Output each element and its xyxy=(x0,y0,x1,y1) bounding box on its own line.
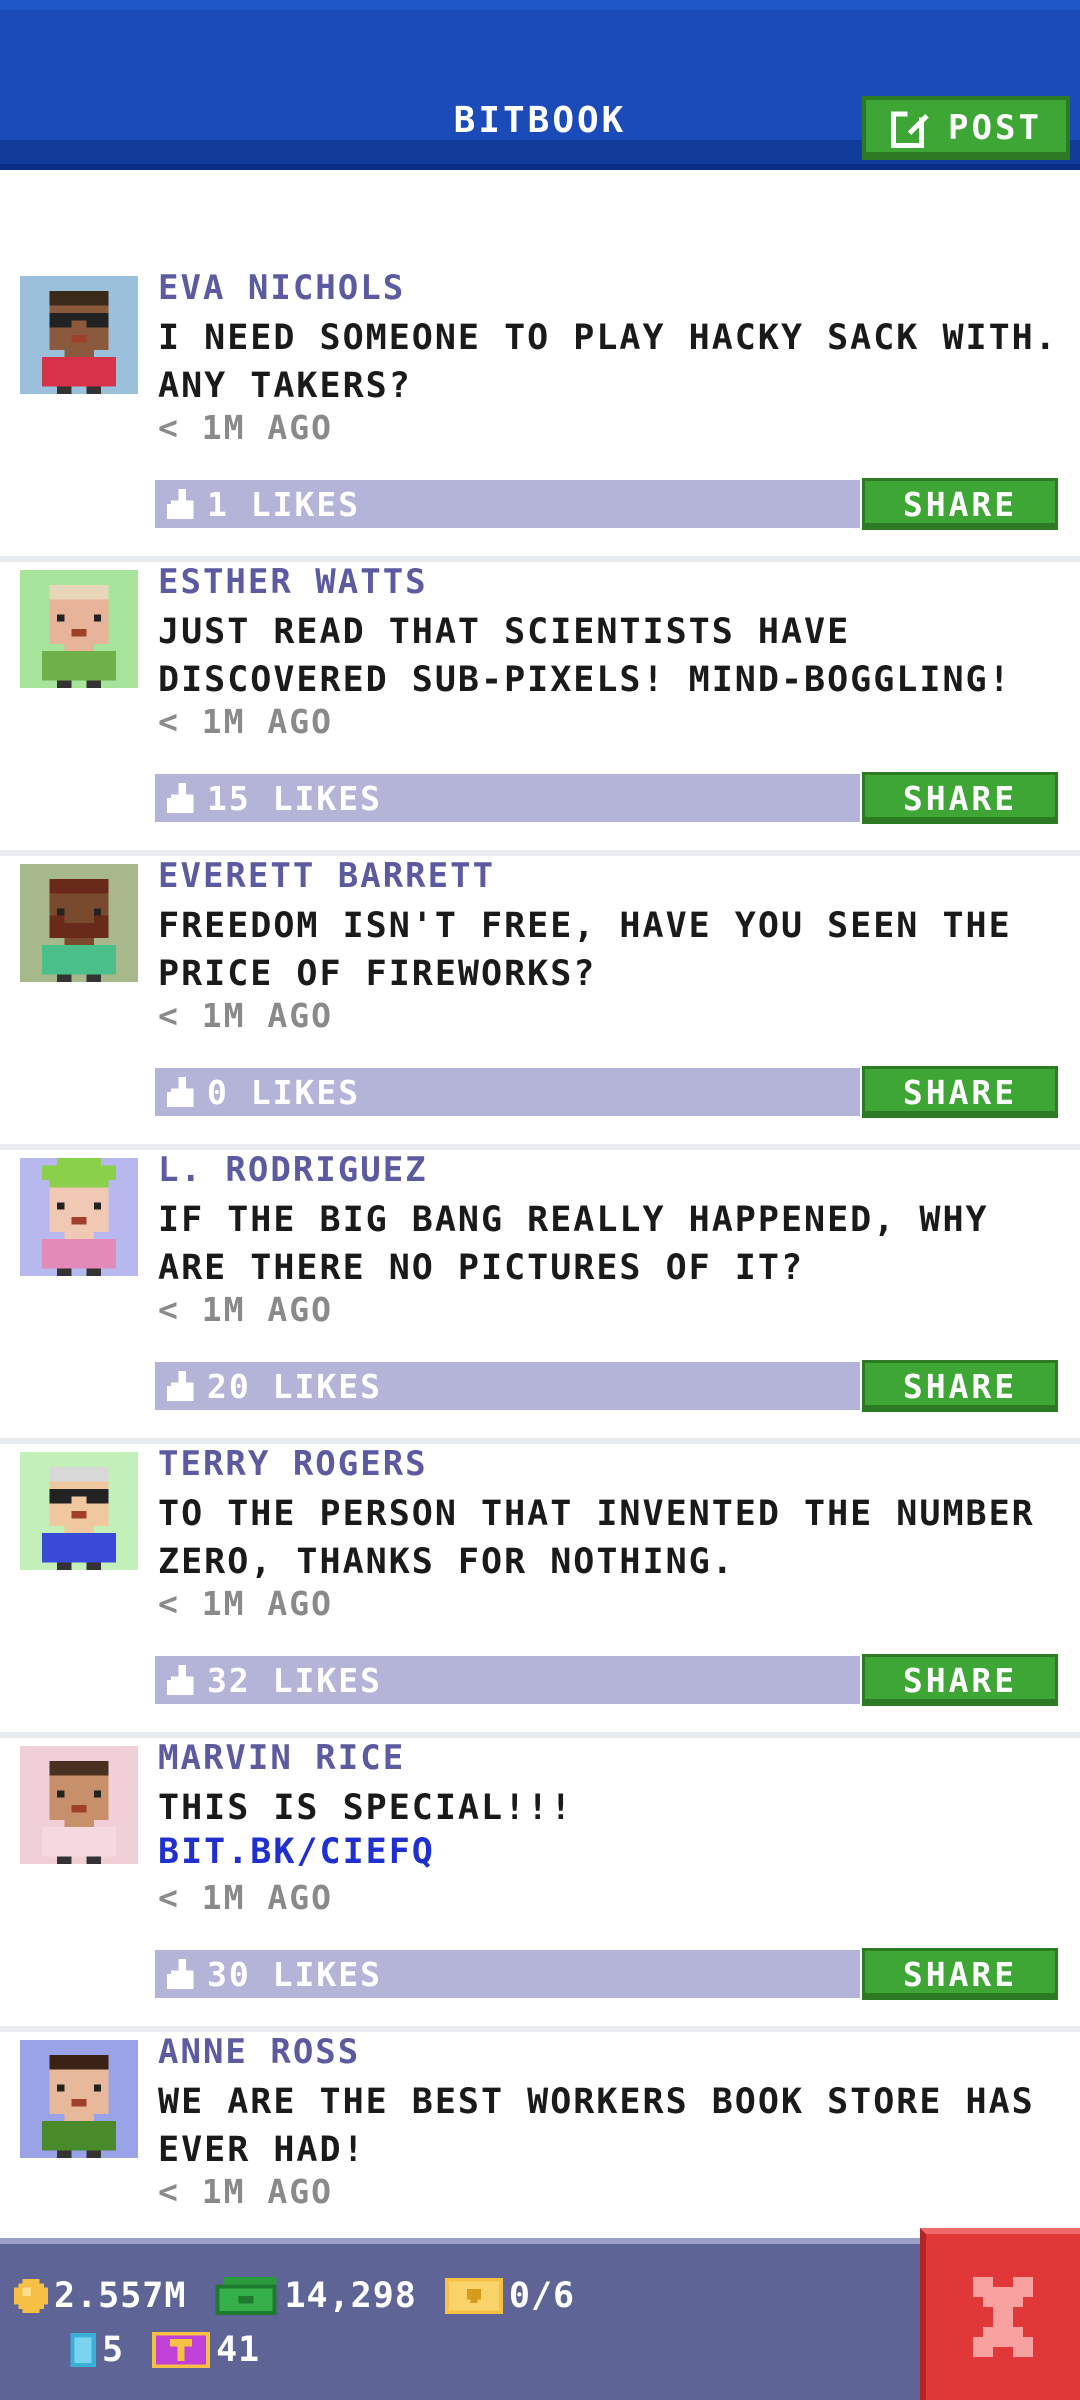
avatar-image xyxy=(20,1452,138,1570)
like-bar[interactable]: 1 LIKES xyxy=(155,480,860,528)
post-timestamp: < 1M AGO xyxy=(158,2172,333,2211)
avatar-image xyxy=(20,2040,138,2158)
close-icon xyxy=(973,2277,1033,2357)
like-count: 20 LIKES xyxy=(207,1366,382,1406)
cash-icon xyxy=(216,2277,277,2315)
like-count: 1 LIKES xyxy=(207,484,361,524)
bux-stat: 41 xyxy=(152,2330,260,2370)
post-timestamp: < 1M AGO xyxy=(158,1878,333,1917)
avatar-image xyxy=(20,1746,138,1864)
author-name[interactable]: TERRY ROGERS xyxy=(158,1444,428,1484)
avatar[interactable] xyxy=(20,1452,138,1570)
author-name[interactable]: L. RODRIGUEZ xyxy=(158,1150,428,1190)
share-button[interactable]: SHARE xyxy=(862,478,1058,530)
bux-small-value: 5 xyxy=(102,2330,125,2370)
thumbs-up-icon xyxy=(167,489,194,519)
post-button[interactable]: POST xyxy=(862,96,1070,160)
thumbs-up-icon xyxy=(167,1665,194,1695)
share-button[interactable]: SHARE xyxy=(862,772,1058,824)
share-button[interactable]: SHARE xyxy=(862,1654,1058,1706)
avatar[interactable] xyxy=(20,1158,138,1276)
bux-small-stat: 5 xyxy=(70,2330,124,2370)
post-text: IF THE BIG BANG REALLY HAPPENED, WHY ARE… xyxy=(158,1200,989,1288)
post-text: TO THE PERSON THAT INVENTED THE NUMBER Z… xyxy=(158,1494,1035,1582)
stats-row-secondary: 5 41 xyxy=(70,2330,278,2370)
cash-value: 14,298 xyxy=(284,2276,417,2316)
post-timestamp: < 1M AGO xyxy=(158,1290,333,1329)
tickets-stat: 0/6 xyxy=(445,2276,575,2316)
like-bar[interactable]: 30 LIKES xyxy=(155,1950,860,1998)
bux-card-icon xyxy=(70,2333,96,2367)
thumbs-up-icon xyxy=(167,1371,194,1401)
feed-post: EVERETT BARRETT FREEDOM ISN'T FREE, HAVE… xyxy=(0,856,1080,1150)
author-name[interactable]: EVA NICHOLS xyxy=(158,268,405,308)
post-timestamp: < 1M AGO xyxy=(158,996,333,1035)
bux-value: 41 xyxy=(216,2330,261,2370)
post-link[interactable]: BIT.BK/CIEFQ xyxy=(158,1832,435,1872)
post-text: FREEDOM ISN'T FREE, HAVE YOU SEEN THE PR… xyxy=(158,906,1012,994)
app-header: BITBOOK POST xyxy=(0,0,1080,170)
avatar-image xyxy=(20,570,138,688)
close-button[interactable] xyxy=(920,2228,1080,2400)
post-timestamp: < 1M AGO xyxy=(158,702,333,741)
post-feed[interactable]: EVA NICHOLS I NEED SOMEONE TO PLAY HACKY… xyxy=(0,268,1080,2326)
share-button[interactable]: SHARE xyxy=(862,1066,1058,1118)
like-count: 0 LIKES xyxy=(207,1072,361,1112)
like-count: 30 LIKES xyxy=(207,1954,382,1994)
like-bar[interactable]: 32 LIKES xyxy=(155,1656,860,1704)
coin-icon xyxy=(14,2279,48,2313)
like-bar[interactable]: 15 LIKES xyxy=(155,774,860,822)
share-button[interactable]: SHARE xyxy=(862,1360,1058,1412)
ticket-icon xyxy=(445,2278,503,2314)
cash-stat: 14,298 xyxy=(214,2276,416,2316)
post-timestamp: < 1M AGO xyxy=(158,408,333,447)
author-name[interactable]: ESTHER WATTS xyxy=(158,562,428,602)
feed-post: MARVIN RICE THIS IS SPECIAL!!! BIT.BK/CI… xyxy=(0,1738,1080,2032)
feed-post: TERRY ROGERS TO THE PERSON THAT INVENTED… xyxy=(0,1444,1080,1738)
compose-icon xyxy=(891,110,929,148)
bux-icon xyxy=(152,2332,210,2368)
post-text: THIS IS SPECIAL!!! xyxy=(158,1788,574,1828)
feed-post: ESTHER WATTS JUST READ THAT SCIENTISTS H… xyxy=(0,562,1080,856)
status-bar: 2.557M 14,298 0/6 5 41 xyxy=(0,2238,1080,2400)
share-button[interactable]: SHARE xyxy=(862,1948,1058,2000)
like-bar[interactable]: 0 LIKES xyxy=(155,1068,860,1116)
avatar-image xyxy=(20,276,138,394)
thumbs-up-icon xyxy=(167,783,194,813)
coins-stat: 2.557M xyxy=(14,2276,186,2316)
post-text: I NEED SOMEONE TO PLAY HACKY SACK WITH. … xyxy=(158,318,1058,406)
like-count: 32 LIKES xyxy=(207,1660,382,1700)
post-text: WE ARE THE BEST WORKERS BOOK STORE HAS E… xyxy=(158,2082,1035,2170)
like-count: 15 LIKES xyxy=(207,778,382,818)
avatar[interactable] xyxy=(20,864,138,982)
avatar-image xyxy=(20,864,138,982)
avatar[interactable] xyxy=(20,1746,138,1864)
coins-value: 2.557M xyxy=(54,2276,187,2316)
avatar-image xyxy=(20,1158,138,1276)
post-text: JUST READ THAT SCIENTISTS HAVE DISCOVERE… xyxy=(158,612,1012,700)
author-name[interactable]: MARVIN RICE xyxy=(158,1738,405,1778)
like-bar[interactable]: 20 LIKES xyxy=(155,1362,860,1410)
post-label: POST xyxy=(948,108,1042,148)
thumbs-up-icon xyxy=(167,1077,194,1107)
stats-row-primary: 2.557M 14,298 0/6 xyxy=(14,2276,593,2316)
avatar[interactable] xyxy=(20,570,138,688)
feed-post: EVA NICHOLS I NEED SOMEONE TO PLAY HACKY… xyxy=(0,268,1080,562)
avatar[interactable] xyxy=(20,276,138,394)
post-timestamp: < 1M AGO xyxy=(158,1584,333,1623)
feed-post: L. RODRIGUEZ IF THE BIG BANG REALLY HAPP… xyxy=(0,1150,1080,1444)
avatar[interactable] xyxy=(20,2040,138,2158)
tickets-value: 0/6 xyxy=(508,2276,576,2316)
author-name[interactable]: EVERETT BARRETT xyxy=(158,856,495,896)
thumbs-up-icon xyxy=(167,1959,194,1989)
author-name[interactable]: ANNE ROSS xyxy=(158,2032,360,2072)
